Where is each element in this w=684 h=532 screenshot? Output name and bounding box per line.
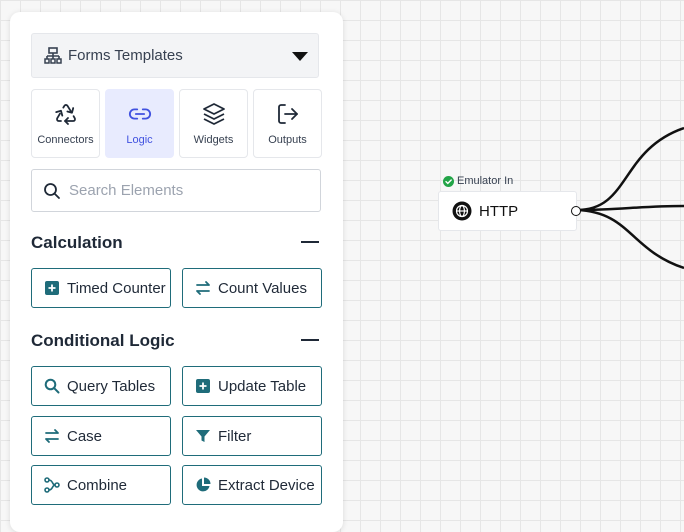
swap-icon: [195, 280, 211, 296]
section-title-conditional-logic: Conditional Logic: [31, 331, 175, 350]
element-label: Filter: [218, 427, 252, 445]
tab-widgets[interactable]: Widgets: [179, 89, 248, 158]
element-label: Query Tables: [67, 377, 156, 395]
wire-3: [576, 208, 684, 270]
element-label: Count Values: [218, 279, 307, 297]
plus-square-icon: [195, 378, 211, 394]
tab-label: Logic: [126, 134, 153, 146]
element-filter[interactable]: Filter: [182, 416, 322, 456]
template-dropdown-label: Forms Templates: [68, 47, 183, 64]
globe-icon: [452, 201, 472, 221]
node-status: Emulator In: [443, 175, 513, 187]
section-title-calculation: Calculation: [31, 233, 123, 252]
element-timed-counter[interactable]: Timed Counter: [31, 268, 171, 308]
search-icon: [43, 182, 61, 200]
element-label: Update Table: [218, 377, 307, 395]
element-label: Case: [67, 427, 103, 445]
recycle-icon: [54, 102, 78, 126]
element-query-tables[interactable]: Query Tables: [31, 366, 171, 406]
element-extract-device[interactable]: Extract Device: [182, 465, 322, 505]
tab-connectors[interactable]: Connectors: [31, 89, 100, 158]
element-combine[interactable]: Combine: [31, 465, 171, 505]
tab-outputs[interactable]: Outputs: [253, 89, 322, 158]
link-icon: [128, 102, 152, 126]
element-case[interactable]: Case: [31, 416, 171, 456]
http-node-label: HTTP: [479, 202, 519, 220]
output-port[interactable]: [571, 206, 581, 216]
search-box: [31, 169, 321, 212]
node-status-label: Emulator In: [457, 175, 514, 187]
element-count-values[interactable]: Count Values: [182, 268, 322, 308]
element-label: Combine: [67, 476, 128, 494]
filter-icon: [195, 428, 211, 444]
search-input[interactable]: [67, 181, 311, 200]
sitemap-icon: [44, 46, 62, 65]
search-icon: [44, 378, 60, 394]
pie-chart-icon: [195, 477, 211, 493]
tab-label: Widgets: [193, 134, 234, 146]
elements-panel: Forms Templates Connectors Logic Widgets…: [10, 12, 343, 532]
element-label: Extract Device: [218, 476, 315, 494]
collapse-conditional-logic-button[interactable]: [301, 339, 319, 341]
wire-1: [576, 126, 684, 212]
merge-icon: [44, 477, 60, 493]
element-label: Timed Counter: [67, 279, 166, 297]
template-dropdown[interactable]: Forms Templates: [31, 33, 319, 78]
plus-square-icon: [44, 280, 60, 296]
layers-icon: [202, 102, 226, 126]
swap-icon: [44, 428, 60, 444]
element-update-table[interactable]: Update Table: [182, 366, 322, 406]
check-circle-icon: [443, 175, 454, 187]
tab-logic[interactable]: Logic: [105, 89, 174, 158]
collapse-calculation-button[interactable]: [301, 241, 319, 243]
http-node[interactable]: HTTP: [438, 191, 577, 231]
tab-label: Connectors: [37, 134, 94, 146]
caret-down-icon: [292, 52, 308, 61]
tab-label: Outputs: [268, 134, 307, 146]
sign-out-icon: [276, 102, 300, 126]
